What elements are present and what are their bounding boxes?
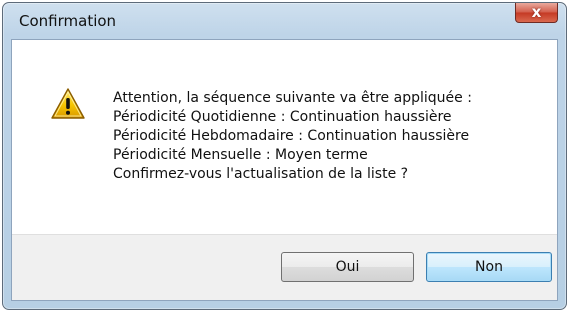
message-line-weekly-periodicity: Périodicité Hebdomadaire : Continuation … [113,128,470,144]
window-title: Confirmation [19,12,117,30]
message-line-daily-periodicity: Périodicité Quotidienne : Continuation h… [113,109,452,125]
dialog-client-area: Attention, la séquence suivante va être … [11,39,558,301]
message-line-monthly-periodicity: Périodicité Mensuelle : Moyen terme [113,147,368,163]
message-area: Attention, la séquence suivante va être … [12,40,557,234]
no-button[interactable]: Non [426,252,552,282]
title-bar[interactable]: Confirmation x [3,3,566,41]
close-icon: x [531,3,542,21]
confirmation-dialog: Confirmation x Attention, la séquence su… [2,2,567,310]
yes-button[interactable]: Oui [281,252,414,282]
button-bar: Oui Non [12,234,557,300]
close-button[interactable]: x [515,3,558,23]
message-line-warning: Attention, la séquence suivante va être … [113,90,472,106]
message-line-confirm-question: Confirmez-vous l'actualisation de la lis… [113,166,409,182]
warning-icon [51,88,85,119]
confirmation-message: Attention, la séquence suivante va être … [113,89,543,184]
